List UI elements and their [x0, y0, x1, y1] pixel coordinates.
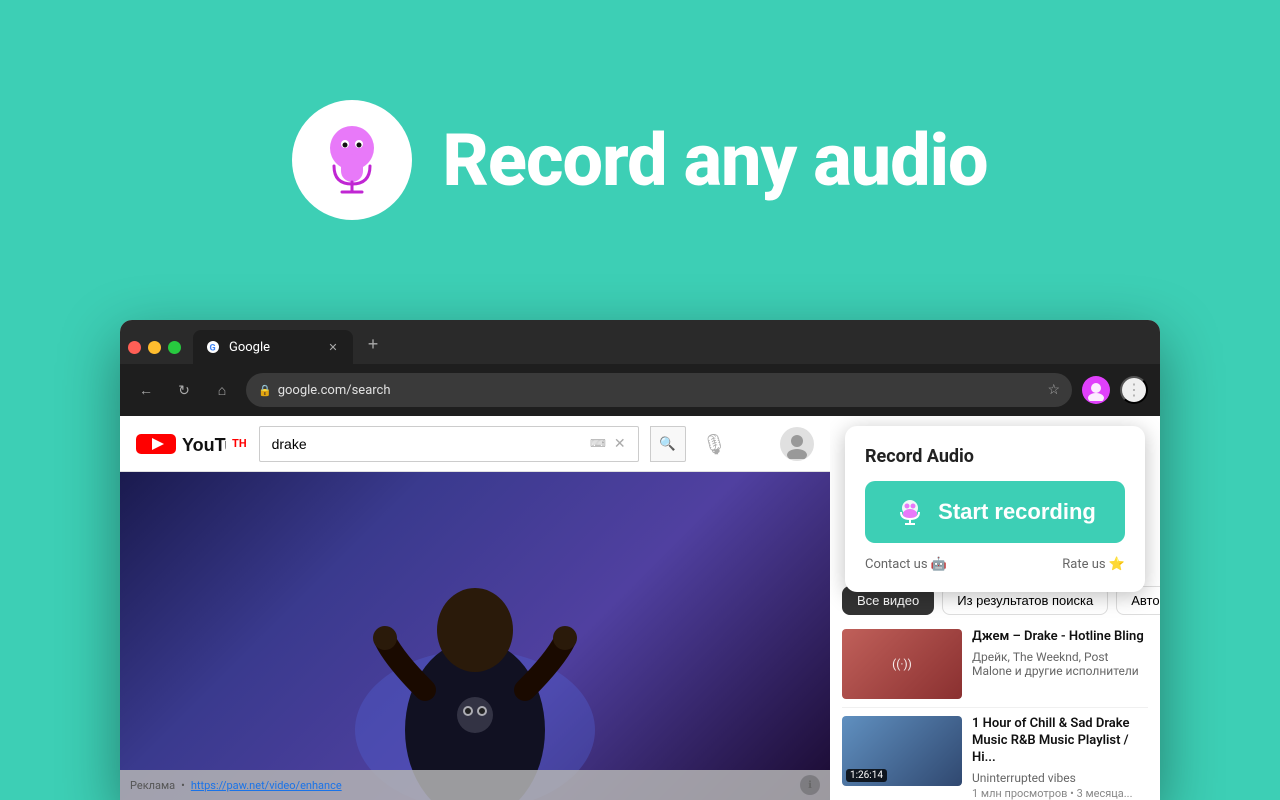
- traffic-lights: [128, 341, 181, 354]
- app-logo-wrapper: [292, 100, 412, 220]
- wave-icon: ((·)): [892, 657, 912, 671]
- popup-title: Record Audio: [865, 446, 1125, 467]
- video-title-2: 1 Hour of Chill & Sad Drake Music R&B Mu…: [972, 716, 1148, 767]
- keyboard-icon: ⌨: [590, 437, 606, 450]
- bookmark-icon[interactable]: ☆: [1047, 382, 1060, 398]
- video-channel-2: Uninterrupted vibes: [972, 771, 1148, 785]
- minimize-traffic-light[interactable]: [148, 341, 161, 354]
- contact-us-link[interactable]: Contact us 🤖: [865, 557, 947, 572]
- video-meta-2: 1 млн просмотров • 3 месяца...: [972, 787, 1148, 800]
- svg-text:G: G: [210, 344, 216, 354]
- tab-close-button[interactable]: ✕: [325, 339, 341, 355]
- video-info-2: 1 Hour of Chill & Sad Drake Music R&B Mu…: [972, 716, 1148, 800]
- youtube-search-box[interactable]: ⌨ ✕: [259, 426, 639, 462]
- tab-title: Google: [229, 340, 270, 355]
- video-info-1: Джем – Drake - Hotline Bling Дрейк, The …: [972, 629, 1148, 699]
- tab-bar: G Google ✕ +: [120, 320, 1160, 364]
- yt-user-avatar[interactable]: [780, 427, 814, 461]
- close-traffic-light[interactable]: [128, 341, 141, 354]
- svg-text:YouTube: YouTube: [182, 435, 226, 455]
- rate-us-link[interactable]: Rate us ⭐: [1062, 557, 1125, 572]
- maximize-traffic-light[interactable]: [168, 341, 181, 354]
- video-item[interactable]: ((·)) Джем – Drake - Hotline Bling Дрейк…: [842, 621, 1148, 708]
- home-button[interactable]: ⌂: [208, 376, 236, 404]
- ad-banner: Реклама • https://paw.net/video/enhance …: [120, 770, 830, 800]
- video-duration-2: 1:26:14: [846, 769, 887, 782]
- more-options-button[interactable]: ⋮: [1120, 376, 1148, 404]
- refresh-button[interactable]: ↻: [170, 376, 198, 404]
- mic-search-icon[interactable]: 🎙: [702, 432, 727, 456]
- browser-window: G Google ✕ + ← ↻ ⌂ 🔒 google.com/search ☆…: [120, 320, 1160, 800]
- ad-label: Реклама: [130, 779, 175, 792]
- mic-button-icon: [894, 496, 926, 528]
- back-button[interactable]: ←: [132, 376, 160, 404]
- mic-logo-icon: [312, 120, 392, 200]
- video-channel-1: Дрейк, The Weeknd, Post Malone и другие …: [972, 650, 1148, 678]
- video-list: ((·)) Джем – Drake - Hotline Bling Дрейк…: [830, 621, 1160, 800]
- start-recording-label: Start recording: [938, 499, 1096, 525]
- video-item[interactable]: 1:26:14 1 Hour of Chill & Sad Drake Musi…: [842, 708, 1148, 800]
- page-content: YouTube TH ⌨ ✕ 🔍 🎙: [120, 416, 1160, 800]
- new-tab-button[interactable]: +: [359, 330, 387, 358]
- address-input-wrapper[interactable]: 🔒 google.com/search ☆: [246, 373, 1072, 407]
- hero-section: Record any audio: [0, 0, 1280, 320]
- youtube-video-area[interactable]: Реклама • https://paw.net/video/enhance …: [120, 472, 830, 800]
- youtube-logo: YouTube TH: [136, 430, 247, 458]
- address-text: google.com/search: [278, 383, 1042, 398]
- tab-favicon: G: [205, 339, 221, 355]
- start-recording-button[interactable]: Start recording: [865, 481, 1125, 543]
- youtube-logo-svg: YouTube: [136, 430, 226, 458]
- hero-title: Record any audio: [442, 118, 987, 203]
- ad-url[interactable]: https://paw.net/video/enhance: [191, 779, 342, 792]
- address-bar: ← ↻ ⌂ 🔒 google.com/search ☆ ⋮: [120, 364, 1160, 416]
- video-thumbnail-2: 1:26:14: [842, 716, 962, 786]
- youtube-search-input[interactable]: [272, 436, 582, 452]
- user-avatar-button[interactable]: [1082, 376, 1110, 404]
- right-panel: Record Audio Start recording Contact us: [830, 416, 1160, 800]
- drake-figure: [305, 472, 645, 800]
- record-audio-popup: Record Audio Start recording Contact us: [845, 426, 1145, 592]
- browser-tab-google[interactable]: G Google ✕: [193, 330, 353, 364]
- video-title-1: Джем – Drake - Hotline Bling: [972, 629, 1148, 646]
- youtube-panel: YouTube TH ⌨ ✕ 🔍 🎙: [120, 416, 830, 800]
- lock-icon: 🔒: [258, 384, 272, 397]
- youtube-search-button[interactable]: 🔍: [650, 426, 686, 462]
- youtube-toolbar: YouTube TH ⌨ ✕ 🔍 🎙: [120, 416, 830, 472]
- search-clear-icon[interactable]: ✕: [614, 436, 626, 452]
- video-thumbnail-1: ((·)): [842, 629, 962, 699]
- popup-footer: Contact us 🤖 Rate us ⭐: [865, 557, 1125, 572]
- yt-th-label: TH: [232, 437, 247, 450]
- ad-info-icon[interactable]: ℹ: [800, 775, 820, 795]
